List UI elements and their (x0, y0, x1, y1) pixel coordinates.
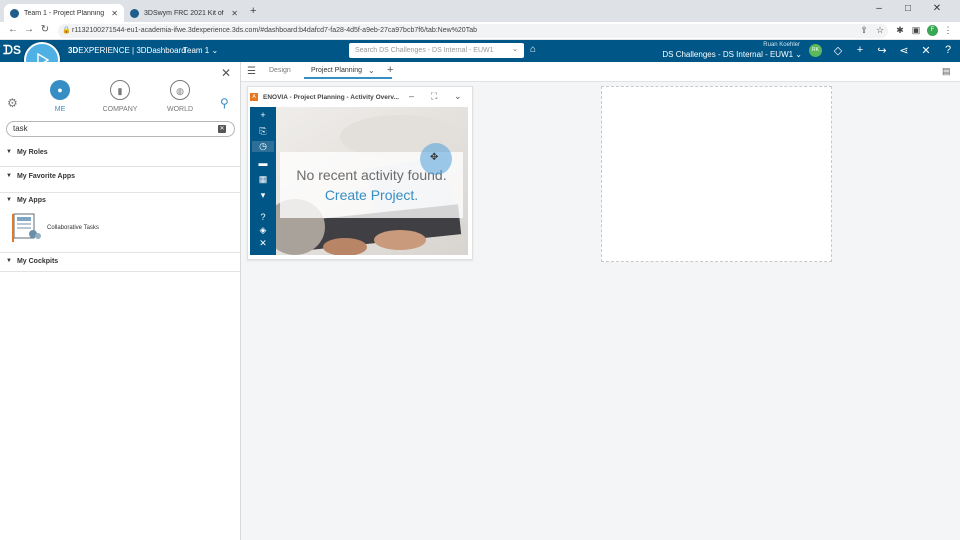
tab-design[interactable]: Design (269, 67, 291, 74)
tab-project-planning[interactable]: Project Planning (304, 67, 392, 79)
url-text: r1132100271544-eu1-academia-ifwe.3dexper… (72, 27, 477, 34)
minimize-button[interactable]: – (868, 3, 890, 14)
tools-icon[interactable]: ✕ (256, 238, 270, 249)
3ds-logo-icon[interactable]: ᗪS (3, 43, 21, 58)
forward-arrow-icon[interactable]: → (22, 24, 36, 35)
person-icon: ● (50, 80, 70, 100)
browser-tabstrip: Team 1 - Project Planning ✕ 3DSwym FRC 2… (0, 0, 960, 22)
browser-menu-icon[interactable]: ⋮ (942, 25, 954, 36)
tag-icon[interactable]: ⌂ (530, 44, 536, 55)
caret-down-icon: ▼ (6, 173, 12, 179)
platform-search-input[interactable]: Search DS Challenges - DS Internal - EUW… (349, 43, 524, 58)
section-my-roles[interactable]: ▼ My Roles (0, 145, 240, 167)
notifications-icon[interactable]: ◇ (831, 44, 845, 57)
platform-brand: 3DEXPERIENCE | 3DDashboard (68, 46, 186, 55)
widget-menu-chevron-icon[interactable]: ⌄ (454, 91, 462, 102)
add-icon[interactable]: + (256, 110, 270, 120)
maximize-widget-icon[interactable]: ⛶ (431, 91, 437, 102)
browser-tab-project-planning[interactable]: Team 1 - Project Planning ✕ (4, 4, 124, 22)
help-icon[interactable]: ? (941, 44, 955, 56)
brand-rest: EXPERIENCE | 3DDashboard (78, 46, 186, 55)
scope-label: WORLD (166, 106, 194, 113)
extensions-icon[interactable]: ✱ (894, 25, 906, 36)
help-icon[interactable]: ? (256, 212, 270, 222)
chat-icon[interactable]: ▤ (942, 66, 951, 77)
minimize-widget-icon[interactable]: – (409, 91, 414, 101)
browser-toolbar: ← → ↻ 🔒 r1132100271544-eu1-academia-ifwe… (0, 22, 960, 40)
back-arrow-icon[interactable]: ← (6, 24, 20, 35)
scope-me[interactable]: ● ME (30, 80, 90, 113)
globe-icon: ◍ (170, 80, 190, 100)
layers-icon[interactable]: ◈ (256, 225, 270, 236)
share-page-icon[interactable]: ⇪ (858, 25, 870, 36)
section-label: My Roles (16, 148, 48, 156)
app-label[interactable]: Collaborative Tasks (47, 225, 99, 231)
tab-label: 3DSwym FRC 2021 Kit of Parts (144, 9, 225, 17)
chevron-down-icon[interactable]: ⌄ (368, 66, 375, 75)
3ds-favicon-icon (130, 8, 139, 18)
empty-widget-dropzone[interactable] (601, 86, 832, 262)
browser-profile-avatar[interactable]: F (927, 25, 938, 36)
platform-selector[interactable]: DS Challenges - DS Internal - EUW1 ⌄ (640, 50, 802, 59)
move-cursor-icon: ✥ (430, 152, 439, 163)
collaborative-tasks-icon[interactable] (11, 212, 43, 244)
folder-icon[interactable]: ▬ (256, 158, 270, 168)
clear-search-icon[interactable]: ✕ (218, 125, 226, 133)
scope-company[interactable]: ▮ COMPANY (90, 80, 150, 113)
tab-label: Team 1 - Project Planning (24, 9, 105, 17)
enovia-badge-icon: A (250, 93, 258, 101)
section-label: My Favorite Apps (16, 172, 76, 180)
maximize-button[interactable]: □ (897, 3, 919, 14)
close-icon[interactable]: ✕ (231, 9, 238, 18)
section-label: My Apps (16, 196, 46, 204)
import-icon[interactable]: ⎘ (256, 126, 270, 137)
section-my-cockpits[interactable]: ▼ My Cockpits (0, 254, 240, 272)
section-my-favorite-apps[interactable]: ▼ My Favorite Apps (0, 169, 240, 193)
close-icon[interactable]: ✕ (111, 9, 118, 18)
calendar-icon[interactable]: ▦ (256, 174, 270, 185)
tools-icon[interactable]: ✕ (919, 44, 933, 57)
dashboard-selector[interactable]: Team 1 ⌄ (183, 46, 218, 55)
scope-label: COMPANY (102, 106, 138, 113)
caret-down-icon: ▼ (6, 197, 12, 203)
widget-title: ENOVIA - Project Planning - Activity Ove… (263, 93, 399, 101)
close-icon[interactable]: ✕ (221, 66, 231, 80)
clock-icon[interactable]: ◷ (252, 141, 274, 152)
bookmark-star-icon[interactable]: ☆ (874, 25, 886, 36)
window-close-button[interactable]: ✕ (926, 3, 948, 14)
lock-icon: 🔒 (62, 27, 71, 34)
share-arrow-icon[interactable]: ↪ (875, 44, 889, 57)
side-panel-icon[interactable]: ▣ (910, 25, 922, 36)
scope-label: ME (54, 106, 66, 113)
search-options-chevron-icon[interactable]: ⌄ (512, 45, 518, 53)
brand-bold: 3D (68, 46, 79, 55)
address-bar[interactable]: 🔒 r1132100271544-eu1-academia-ifwe.3dexp… (58, 24, 888, 38)
caret-down-icon: ▼ (6, 149, 12, 155)
browser-tab-3dswym[interactable]: 3DSwym FRC 2021 Kit of Parts ✕ (124, 4, 244, 22)
add-tab-button[interactable]: + (387, 64, 393, 76)
gear-icon[interactable]: ⚙ (7, 96, 18, 110)
reload-icon[interactable]: ↻ (38, 24, 52, 35)
new-tab-button[interactable]: + (250, 5, 256, 17)
hamburger-menu-icon[interactable]: ☰ (247, 66, 256, 77)
caret-down-icon: ▼ (6, 258, 12, 264)
3ds-favicon-icon (10, 8, 19, 18)
app-search-input[interactable]: task (6, 121, 235, 137)
trash-icon[interactable]: ▾ (256, 190, 270, 201)
network-share-icon[interactable]: ⋖ (897, 44, 911, 57)
add-content-icon[interactable]: + (853, 44, 867, 56)
user-avatar[interactable]: RK (809, 44, 822, 57)
scope-world[interactable]: ◍ WORLD (150, 80, 210, 113)
section-label: My Cockpits (16, 257, 59, 265)
building-icon: ▮ (110, 80, 130, 100)
search-icon[interactable]: ⚲ (220, 96, 229, 110)
create-project-link[interactable]: Create Project. (280, 187, 463, 203)
user-name: Ruan Koehler (763, 42, 800, 48)
